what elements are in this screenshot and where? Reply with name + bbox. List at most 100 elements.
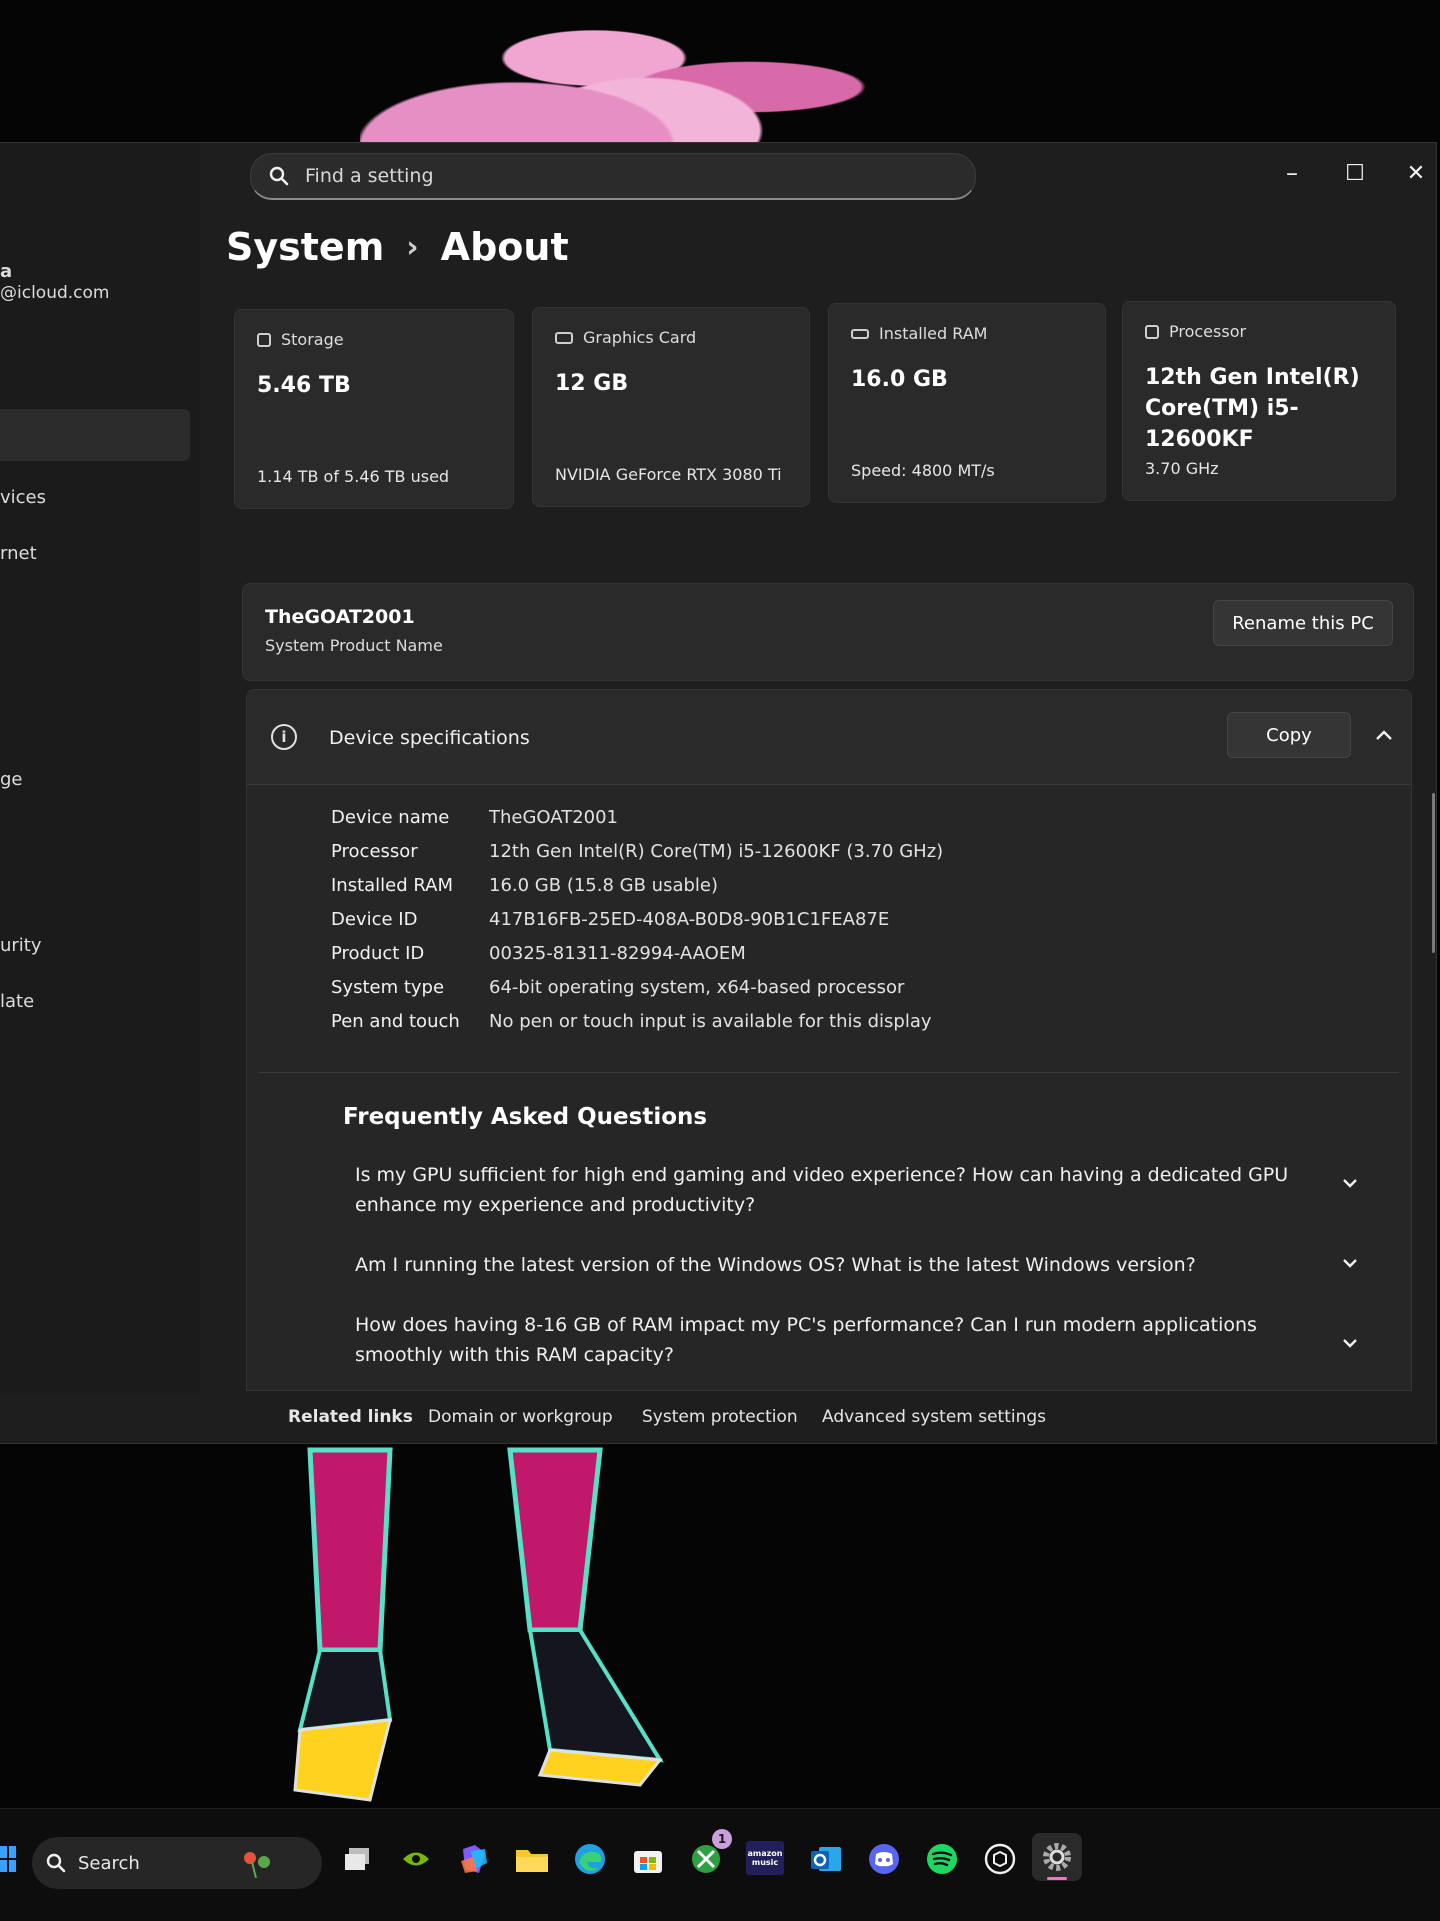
nvidia-icon[interactable] (394, 1837, 438, 1881)
spec-value[interactable]: No pen or touch input is available for t… (489, 1011, 932, 1032)
pc-name-row: TheGOAT2001 System Product Name Rename t… (242, 583, 1414, 681)
divider (259, 1072, 1399, 1073)
copilot-icon[interactable] (452, 1837, 496, 1881)
spec-key: Processor (331, 840, 418, 862)
card-detail: NVIDIA GeForce RTX 3080 Ti (555, 465, 782, 484)
close-button[interactable]: ✕ (1394, 153, 1436, 193)
card-label: Installed RAM (879, 324, 988, 343)
sidebar: a @icloud.com vices rnet ge urity late (0, 143, 200, 1443)
xbox-icon[interactable]: 1 (684, 1829, 732, 1881)
sidebar-item-network[interactable]: rnet (0, 543, 37, 564)
task-view-icon[interactable] (336, 1837, 380, 1881)
outlook-icon[interactable] (804, 1837, 848, 1881)
taskbar-search-label: Search (78, 1852, 140, 1874)
spec-row: Device ID 417B16FB-25ED-408A-B0D8-90B1C1F… (331, 902, 943, 936)
chevron-down-icon[interactable] (1337, 1170, 1363, 1196)
edge-icon[interactable] (568, 1837, 612, 1881)
scrollbar[interactable] (1432, 793, 1435, 953)
device-specifications-header[interactable]: i Device specifications Copy (247, 690, 1411, 785)
spec-row: Device name TheGOAT2001 (331, 800, 943, 834)
advanced-system-settings-link[interactable]: Advanced system settings (822, 1407, 1046, 1427)
card-label: Storage (281, 330, 344, 349)
file-explorer-icon[interactable] (510, 1837, 554, 1881)
system-protection-link[interactable]: System protection (642, 1407, 798, 1427)
amazon-music-icon[interactable]: amazon music (746, 1841, 784, 1875)
sidebar-item-language[interactable]: ge (0, 769, 23, 790)
graphics-card-icon (555, 331, 573, 344)
spec-key: System type (331, 976, 445, 998)
storage-card[interactable]: Storage 5.46 TB 1.14 TB of 5.46 TB used (234, 309, 514, 509)
card-label: Processor (1169, 322, 1247, 341)
pc-subtitle: System Product Name (265, 636, 443, 655)
flower-icon (243, 1852, 270, 1878)
spotify-icon[interactable] (920, 1837, 964, 1881)
faq-item-gpu[interactable]: Is my GPU sufficient for high end gaming… (355, 1160, 1335, 1220)
spec-row: System type 64-bit operating system, x64-… (331, 970, 943, 1004)
card-value: 16.0 GB (851, 367, 948, 392)
breadcrumb-separator-icon: › (406, 229, 419, 265)
sidebar-item-selected[interactable] (0, 409, 190, 461)
wallpaper-character-hair (360, 0, 880, 145)
card-value: 12th Gen Intel(R) Core(TM) i5-12600KF (1145, 365, 1360, 452)
chevron-up-icon[interactable] (1369, 720, 1399, 750)
sidebar-item-update[interactable]: late (0, 991, 34, 1012)
rename-pc-button[interactable]: Rename this PC (1213, 600, 1393, 646)
info-icon: i (271, 724, 297, 750)
copy-button[interactable]: Copy (1227, 712, 1351, 758)
maximize-button[interactable]: ☐ (1333, 153, 1377, 193)
discord-icon[interactable] (862, 1837, 906, 1881)
spec-key: Device ID (331, 908, 418, 930)
card-value: 5.46 TB (257, 373, 351, 398)
settings-app-icon[interactable] (1032, 1833, 1082, 1881)
ram-icon (851, 328, 869, 339)
xbox-notification-badge: 1 (712, 1829, 732, 1849)
device-specifications-title: Device specifications (329, 727, 530, 749)
search-icon (46, 1853, 66, 1873)
account-email: @icloud.com (0, 283, 110, 303)
graphics-card-card[interactable]: Graphics Card 12 GB NVIDIA GeForce RTX 3… (532, 307, 810, 507)
breadcrumb: System › About (226, 225, 569, 269)
processor-card[interactable]: Processor 12th Gen Intel(R) Core(TM) i5-… (1122, 301, 1396, 501)
spec-row: Pen and touch No pen or touch input is av… (331, 1004, 943, 1038)
taskbar-search[interactable]: Search (32, 1837, 322, 1889)
account-name: a (0, 261, 13, 282)
spec-value[interactable]: 00325-81311-82994-AAOEM (489, 943, 746, 964)
start-button[interactable] (0, 1837, 16, 1881)
active-app-indicator (1047, 1877, 1067, 1880)
chatgpt-icon[interactable] (978, 1837, 1022, 1881)
spec-value[interactable]: 64-bit operating system, x64-based proce… (489, 977, 904, 998)
domain-workgroup-link[interactable]: Domain or workgroup (428, 1407, 613, 1427)
spec-value[interactable]: TheGOAT2001 (489, 807, 618, 828)
spec-value[interactable]: 16.0 GB (15.8 GB usable) (489, 875, 718, 896)
related-links-bar: Related links Domain or workgroup System… (0, 1393, 1436, 1443)
pc-name: TheGOAT2001 (265, 606, 415, 628)
breadcrumb-parent[interactable]: System (226, 225, 384, 269)
storage-icon (257, 332, 271, 347)
settings-search-box[interactable] (250, 153, 976, 200)
spec-key: Device name (331, 806, 450, 828)
sidebar-item-devices[interactable]: vices (0, 487, 46, 508)
card-detail: Speed: 4800 MT/s (851, 461, 995, 480)
spec-key: Installed RAM (331, 874, 454, 896)
card-label: Graphics Card (583, 328, 697, 347)
settings-window: a @icloud.com vices rnet ge urity late –… (0, 142, 1437, 1444)
faq-item-windows-version[interactable]: Am I running the latest version of the W… (355, 1250, 1335, 1280)
faq-title: Frequently Asked Questions (343, 1104, 708, 1130)
card-detail: 1.14 TB of 5.46 TB used (257, 467, 450, 486)
wallpaper-character-legs (293, 1447, 664, 1802)
spec-key: Product ID (331, 942, 425, 964)
sidebar-item-security[interactable]: urity (0, 935, 42, 956)
settings-search-input[interactable] (303, 164, 927, 188)
microsoft-store-icon[interactable] (626, 1837, 670, 1881)
related-links-label: Related links (288, 1407, 413, 1427)
faq-item-ram[interactable]: How does having 8-16 GB of RAM impact my… (355, 1310, 1335, 1370)
minimize-button[interactable]: – (1270, 153, 1314, 193)
ram-card[interactable]: Installed RAM 16.0 GB Speed: 4800 MT/s (828, 303, 1106, 503)
chevron-down-icon[interactable] (1337, 1330, 1363, 1356)
spec-value[interactable]: 417B16FB-25ED-408A-B0D8-90B1C1FEA87E (489, 909, 889, 930)
spec-value[interactable]: 12th Gen Intel(R) Core(TM) i5-12600KF (3… (489, 841, 943, 862)
card-detail: 3.70 GHz (1145, 459, 1219, 478)
spec-row: Product ID 00325-81311-82994-AAOEM (331, 936, 943, 970)
page-title: About (440, 225, 569, 269)
chevron-down-icon[interactable] (1337, 1250, 1363, 1276)
